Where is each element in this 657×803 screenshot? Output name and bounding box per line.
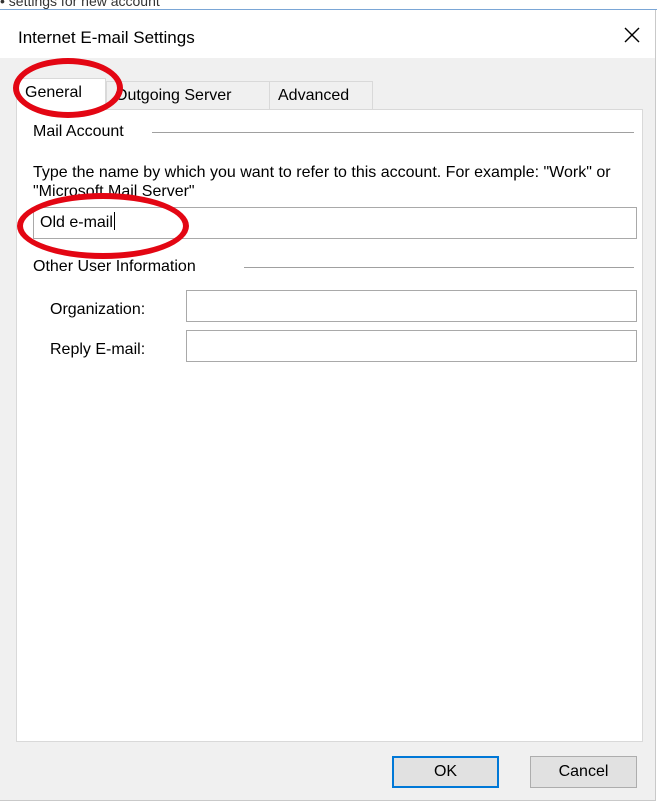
tab-general[interactable]: General [16, 78, 106, 110]
title-bar: Internet E-mail Settings [0, 10, 655, 58]
ok-button[interactable]: OK [392, 756, 499, 788]
account-name-value: Old e-mail [40, 214, 113, 231]
tab-outgoing-server[interactable]: Outgoing Server [106, 81, 270, 109]
dialog-title: Internet E-mail Settings [18, 28, 195, 47]
mail-account-group-label: Mail Account [33, 123, 130, 141]
reply-email-input[interactable] [186, 330, 637, 362]
account-name-input[interactable]: Old e-mail [33, 207, 637, 239]
close-icon [624, 27, 640, 43]
close-button[interactable] [615, 20, 649, 50]
account-name-description: Type the name by which you want to refer… [33, 164, 611, 200]
internet-email-settings-dialog: Internet E-mail Settings General Outgoin… [0, 10, 656, 801]
reply-email-label: Reply E-mail: [50, 341, 146, 358]
general-tab-panel: Mail Account Type the name by which you … [16, 109, 643, 742]
other-user-info-group-line [244, 267, 634, 268]
organization-input[interactable] [186, 290, 637, 322]
organization-label: Organization: [50, 301, 146, 318]
background-window-title: • settings for new account [0, 0, 160, 9]
other-user-info-group-label: Other User Information [33, 258, 202, 276]
tab-advanced[interactable]: Advanced [269, 81, 373, 109]
text-caret [113, 212, 115, 230]
cancel-button[interactable]: Cancel [530, 756, 637, 788]
mail-account-group-line [152, 132, 634, 133]
